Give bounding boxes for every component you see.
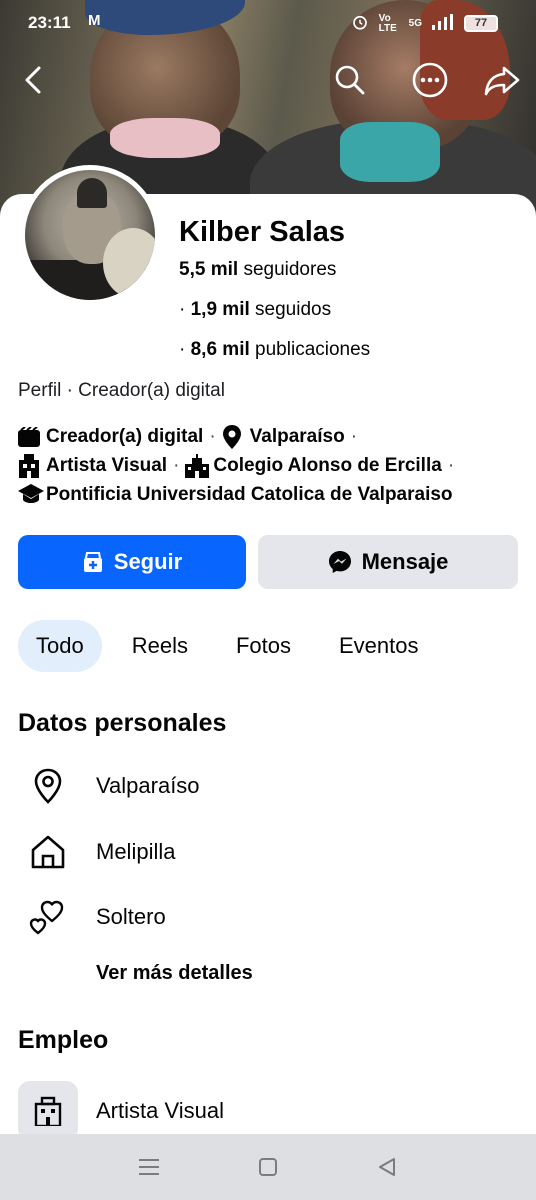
- avatar-detail: [77, 178, 107, 208]
- back-button[interactable]: [14, 60, 54, 100]
- home-button[interactable]: [253, 1152, 283, 1182]
- personal-relationship: Soltero: [96, 904, 166, 929]
- triangle-back-icon: [378, 1158, 395, 1176]
- status-bar: 23:11 M Vo LTE 5G 77: [0, 8, 536, 38]
- system-nav-bar: [0, 1134, 536, 1200]
- section-title-personal: Datos personales: [18, 709, 227, 737]
- more-button[interactable]: [410, 60, 450, 100]
- personal-relationship-row: Soltero: [18, 897, 166, 937]
- avatar-detail: [103, 228, 155, 298]
- see-more-details-link[interactable]: Ver más detalles: [96, 962, 253, 985]
- profile-tabs: Todo Reels Fotos Eventos: [18, 620, 449, 672]
- following-count: 1,9 mil: [190, 299, 250, 320]
- follow-button[interactable]: Seguir: [18, 535, 246, 589]
- following-stat[interactable]: · 1,9 mil seguidos: [179, 299, 331, 321]
- back-nav-button[interactable]: [372, 1152, 402, 1182]
- tab-todo[interactable]: Todo: [18, 620, 102, 672]
- work-icon: [18, 453, 46, 478]
- alarm-icon: [351, 13, 369, 34]
- status-indicators: Vo LTE 5G 77: [351, 13, 498, 34]
- following-prefix: ·: [179, 299, 186, 320]
- personal-hometown: Melipilla: [96, 839, 176, 864]
- message-label: Mensaje: [361, 549, 449, 574]
- profile-details: Creador(a) digital · Valparaíso · Artist…: [18, 422, 460, 509]
- separator: ·: [173, 455, 180, 476]
- details-row: Creador(a) digital · Valparaíso ·: [18, 422, 460, 451]
- posts-stat: · 8,6 mil publicaciones: [179, 339, 370, 361]
- message-button[interactable]: Mensaje: [258, 535, 518, 589]
- detail-category: Creador(a) digital: [46, 426, 204, 447]
- status-time: 23:11: [28, 13, 71, 32]
- square-icon: [258, 1158, 277, 1176]
- details-row: Artista Visual · Colegio Alonso de Ercil…: [18, 451, 460, 480]
- profile-type: Perfil · Creador(a) digital: [18, 380, 225, 401]
- signal-icon: [432, 14, 454, 33]
- search-button[interactable]: [330, 60, 370, 100]
- followers-label: seguidores: [243, 259, 337, 280]
- follow-label: Seguir: [113, 549, 183, 574]
- tab-reels[interactable]: Reels: [114, 620, 206, 672]
- details-row: Pontificia Universidad Catolica de Valpa…: [18, 480, 460, 509]
- personal-city-row: Valparaíso: [18, 766, 200, 806]
- detail-school: Colegio Alonso de Ercilla: [213, 455, 442, 476]
- detail-university: Pontificia Universidad Catolica de Valpa…: [46, 484, 453, 505]
- cover-figure: [340, 122, 440, 182]
- posts-label: publicaciones: [255, 339, 371, 360]
- separator: ·: [209, 426, 216, 447]
- share-button[interactable]: [482, 60, 522, 100]
- cover-figure: [110, 118, 220, 158]
- recent-apps-button[interactable]: [134, 1152, 164, 1182]
- network-label: Vo LTE: [378, 12, 397, 34]
- profile-name: Kilber Salas: [179, 216, 346, 248]
- section-title-employment: Empleo: [18, 1026, 109, 1054]
- separator: ·: [350, 426, 358, 447]
- follow-icon: [83, 552, 102, 572]
- detail-occupation: Artista Visual: [46, 455, 168, 476]
- home-icon: [18, 832, 78, 872]
- menu-icon: [139, 1159, 160, 1175]
- search-icon: [335, 65, 365, 95]
- posts-prefix: ·: [179, 339, 186, 360]
- personal-city: Valparaíso: [96, 773, 200, 798]
- messenger-icon: [328, 551, 351, 573]
- work-icon: [18, 1081, 78, 1141]
- detail-location: Valparaíso: [249, 426, 345, 447]
- followers-count: 5,5 mil: [179, 259, 239, 280]
- followers-stat[interactable]: 5,5 mil seguidores: [179, 259, 336, 281]
- share-icon: [484, 66, 520, 96]
- school-icon: [185, 453, 213, 478]
- tab-fotos[interactable]: Fotos: [218, 620, 309, 672]
- chevron-left-icon: [25, 66, 41, 94]
- tab-eventos[interactable]: Eventos: [321, 620, 437, 672]
- employment-row[interactable]: Artista Visual: [18, 1081, 224, 1141]
- hearts-icon: [18, 897, 78, 937]
- battery-icon: 77: [464, 15, 498, 32]
- video-icon: [18, 425, 46, 449]
- employment-job: Artista Visual: [96, 1098, 224, 1123]
- following-label: seguidos: [255, 299, 332, 320]
- signal-label: 5G: [408, 18, 422, 29]
- location-pin-icon: [222, 424, 250, 449]
- personal-hometown-row: Melipilla: [18, 832, 175, 872]
- avatar[interactable]: [20, 165, 160, 305]
- separator: ·: [447, 455, 455, 476]
- location-pin-icon: [18, 766, 78, 806]
- posts-count: 8,6 mil: [190, 339, 250, 360]
- mail-icon: M: [88, 12, 101, 29]
- more-icon: [412, 62, 448, 98]
- graduation-cap-icon: [18, 483, 46, 507]
